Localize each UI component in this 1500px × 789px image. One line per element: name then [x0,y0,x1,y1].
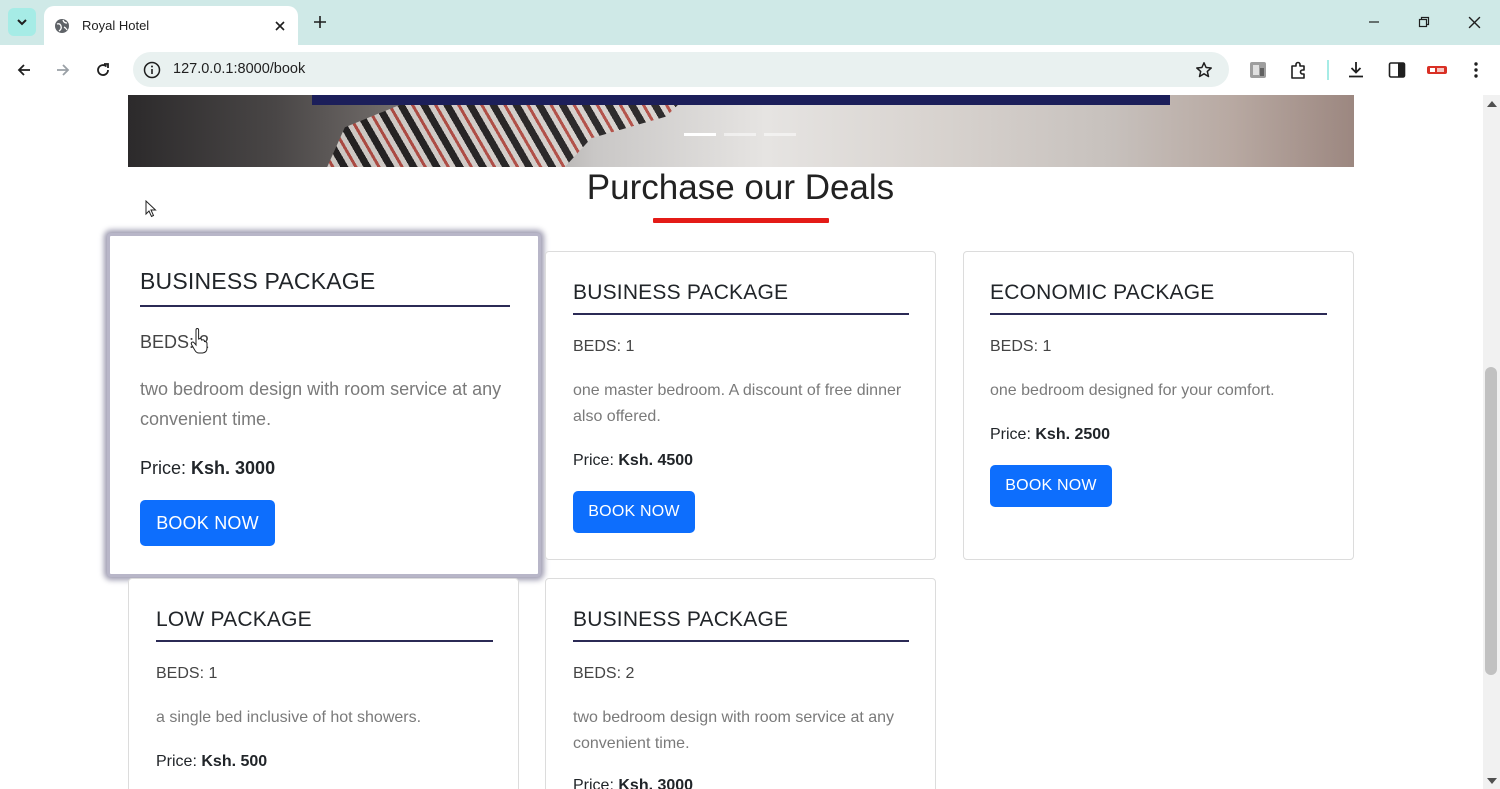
package-description: a single bed inclusive of hot showers. [156,709,422,726]
price-value: Ksh. 500 [201,753,268,770]
book-now-button[interactable]: BOOK NOW [990,465,1112,507]
package-description: two bedroom design with room service at … [140,379,502,429]
chevron-down-icon [17,19,27,26]
package-beds: BEDS: 1 [156,665,218,682]
package-title: BUSINESS PACKAGE [140,268,376,294]
package-price: Price: Ksh. 3000 [573,777,693,789]
package-beds: BEDS: 1 [990,338,1052,355]
package-price: Price: Ksh. 2500 [990,426,1110,444]
browser-tab-bar: Royal Hotel [0,0,1500,45]
price-label: Price: [573,777,614,789]
restore-icon [1418,16,1430,28]
title-rule [140,305,510,307]
carousel-indicator[interactable] [724,133,756,136]
package-beds: BEDS: 2 [573,665,635,682]
price-value: Ksh. 3000 [191,458,276,478]
package-beds: BEDS: 1 [573,338,635,355]
package-price: Price: Ksh. 4500 [573,452,693,470]
package-description: one bedroom designed for your comfort. [990,382,1275,399]
arrow-right-icon [57,64,70,76]
address-bar[interactable]: 127.0.0.1:8000/book [133,52,1229,87]
package-card[interactable]: BUSINESS PACKAGE BEDS: 1 one master bedr… [545,251,936,560]
title-rule [990,313,1327,315]
reload-icon [97,63,109,76]
section-title: Purchase our Deals [586,168,895,207]
book-now-button[interactable]: BOOK NOW [573,491,695,533]
price-label: Price: [990,426,1031,443]
package-title: ECONOMIC PACKAGE [990,281,1215,304]
package-price: Price: Ksh. 500 [156,753,267,771]
title-rule [156,640,493,642]
package-card[interactable]: BUSINESS PACKAGE BEDS: 2 two bedroom des… [545,578,936,789]
scroll-up-arrow-icon[interactable] [1487,101,1497,107]
price-value: Ksh. 4500 [618,452,694,469]
carousel-caption-bar [312,95,1170,105]
hand-pointer-icon [190,328,208,354]
minimize-icon [1369,21,1379,23]
browser-menu-icon[interactable] [1463,57,1489,83]
mouse-pointer-icon [145,200,157,218]
reload-button[interactable] [89,56,117,84]
url-text[interactable]: 127.0.0.1:8000/book [173,61,305,77]
package-title: BUSINESS PACKAGE [573,608,789,631]
hero-image [327,95,688,167]
price-label: Price: [156,753,197,770]
tab-search-button[interactable] [8,8,36,36]
book-now-button[interactable]: BOOK NOW [140,500,275,546]
title-underline [653,218,829,223]
title-rule [573,313,909,315]
price-label: Price: [573,452,614,469]
arrow-left-icon [17,64,30,76]
price-label: Price: [140,458,187,478]
package-card[interactable]: LOW PACKAGE BEDS: 1 a single bed inclusi… [128,578,519,789]
title-rule [573,640,909,642]
price-value: Ksh. 3000 [618,777,694,789]
back-button[interactable] [10,56,38,84]
close-window-button[interactable] [1457,8,1491,36]
globe-icon [55,18,69,33]
carousel-indicator[interactable] [684,133,716,136]
toolbar-separator [1327,60,1329,80]
scrollbar-thumb[interactable] [1485,367,1497,675]
profile-extension-icon[interactable] [1245,57,1271,83]
package-description: one master bedroom. A discount of free d… [573,382,902,425]
package-description: two bedroom design with room service at … [573,709,895,752]
restore-button[interactable] [1407,8,1441,36]
page-viewport: Purchase our Deals BUSINESS PACKAGE BEDS… [0,95,1500,789]
browser-toolbar: 127.0.0.1:8000/book [0,45,1500,95]
new-tab-button[interactable] [308,10,332,34]
browser-tab[interactable]: Royal Hotel [44,6,298,45]
package-title: LOW PACKAGE [156,608,312,631]
tab-title: Royal Hotel [82,18,150,33]
hero-carousel [128,95,1354,167]
site-info-icon[interactable] [141,59,163,81]
extensions-puzzle-icon[interactable] [1285,57,1311,83]
package-card[interactable]: BUSINESS PACKAGE BEDS: 2 two bedroom des… [107,233,541,577]
side-panel-icon[interactable] [1384,57,1410,83]
scroll-down-arrow-icon[interactable] [1487,778,1497,784]
price-value: Ksh. 2500 [1035,426,1111,443]
package-title: BUSINESS PACKAGE [573,281,789,304]
carousel-indicators [684,133,796,136]
download-icon[interactable] [1343,57,1369,83]
plus-icon [314,16,326,28]
vertical-scrollbar[interactable] [1483,95,1500,789]
close-tab-icon[interactable] [270,16,290,36]
close-icon [1468,16,1480,28]
extension-badge-icon[interactable] [1424,57,1450,83]
package-price: Price: Ksh. 3000 [140,458,275,479]
minimize-button[interactable] [1357,8,1391,36]
bookmark-star-icon[interactable] [1193,59,1215,81]
package-card[interactable]: ECONOMIC PACKAGE BEDS: 1 one bedroom des… [963,251,1354,560]
carousel-indicator[interactable] [764,133,796,136]
forward-button[interactable] [49,56,77,84]
